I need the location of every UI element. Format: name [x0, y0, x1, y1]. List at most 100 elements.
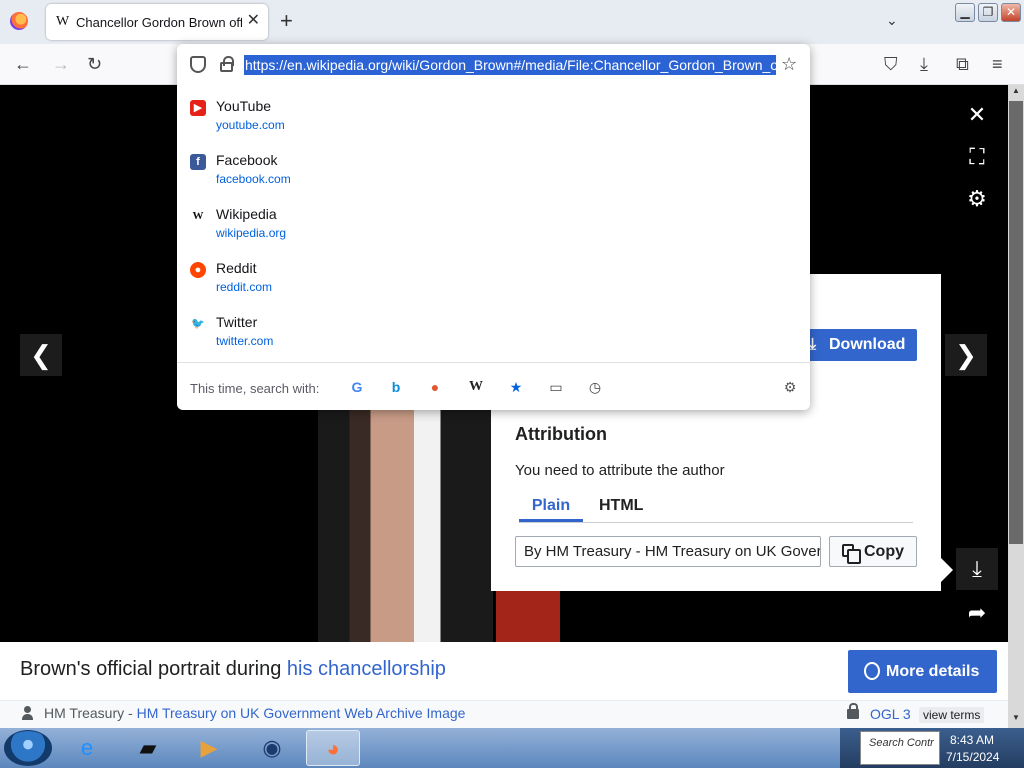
portrait-image — [318, 410, 493, 642]
twitter-icon: 🐦 — [191, 318, 205, 330]
download-button[interactable]: ⤓ Download — [801, 329, 917, 361]
back-icon[interactable]: ← — [14, 54, 32, 74]
search-with-label: This time, search with: — [190, 381, 320, 396]
suggestion-url: wikipedia.org — [216, 226, 287, 240]
view-terms-button[interactable]: view terms — [919, 707, 985, 723]
fullscreen-icon[interactable]: ⛶ — [956, 136, 998, 178]
license-link[interactable]: OGL 3 — [870, 706, 911, 722]
scroll-down-arrow-icon[interactable]: ▼ — [1008, 713, 1024, 727]
download-icon: ⤓ — [809, 336, 817, 353]
clock-date[interactable]: 7/15/2024 — [946, 750, 999, 764]
tracking-protection-shield-icon[interactable] — [190, 56, 206, 73]
download-side-icon[interactable]: ⤓ — [956, 548, 998, 590]
restore-button[interactable]: ❐ — [978, 3, 998, 22]
suggestion-item[interactable]: ● Reddit reddit.com — [177, 254, 810, 308]
downloads-icon[interactable]: ⤓ — [920, 54, 928, 74]
wikipedia-favicon-icon: W — [56, 14, 70, 29]
next-image-icon[interactable]: ❯ — [945, 334, 987, 376]
pocket-icon[interactable]: ⛉ — [884, 54, 898, 74]
internet-explorer-icon[interactable]: e — [60, 730, 114, 766]
suggestion-item[interactable]: W Wikipedia wikipedia.org — [177, 200, 810, 254]
media-player-icon[interactable]: ▶ — [182, 730, 236, 766]
scrollbar-thumb[interactable] — [1009, 101, 1023, 544]
history-icon[interactable]: ◷ — [585, 377, 605, 397]
tab-title: Chancellor Gordon Brown offic — [76, 14, 242, 30]
credit-line: HM Treasury - HM Treasury on UK Governme… — [44, 705, 465, 721]
start-button[interactable] — [4, 730, 52, 766]
duckduckgo-icon[interactable]: ● — [425, 377, 445, 397]
share-icon[interactable]: ➦ — [956, 592, 998, 634]
address-bar-input[interactable]: https://en.wikipedia.org/wiki/Gordon_Bro… — [244, 55, 776, 75]
image-caption: Brown's official portrait during his cha… — [20, 658, 446, 681]
bing-icon[interactable]: b — [386, 377, 406, 397]
suggestion-item[interactable]: 🐦 Twitter twitter.com — [177, 308, 810, 362]
active-tab[interactable]: W Chancellor Gordon Brown offic ✕ — [46, 4, 268, 40]
bookmarks-icon[interactable]: ★ — [506, 377, 526, 397]
tab-divider — [519, 522, 913, 523]
tray-popup: Search Contr — [860, 731, 940, 765]
suggestion-item[interactable]: f Facebook facebook.com — [177, 146, 810, 200]
source-link[interactable]: HM Treasury on UK Government Web Archive… — [137, 705, 466, 721]
facebook-icon: f — [190, 154, 206, 170]
author-icon — [22, 706, 33, 720]
previous-image-icon[interactable]: ❮ — [20, 334, 62, 376]
firefox-icon[interactable]: ◕ — [306, 730, 360, 766]
portrait-image-tie — [496, 590, 560, 642]
download-label: Download — [829, 336, 906, 353]
menu-icon[interactable]: ≡ — [992, 54, 1003, 74]
suggestion-title: YouTube — [216, 98, 272, 114]
wikipedia-icon: W — [190, 208, 206, 224]
credit-separator: - — [124, 705, 137, 721]
media-center-icon[interactable]: ▰ — [121, 730, 175, 766]
attribution-field[interactable]: By HM Treasury - HM Treasury on UK Gover… — [515, 536, 821, 567]
suggestion-title: Reddit — [216, 260, 257, 276]
license-lock-icon — [847, 703, 859, 719]
copy-button[interactable]: Copy — [829, 536, 917, 567]
suggestion-url: twitter.com — [216, 334, 274, 348]
screen: W Chancellor Gordon Brown offic ✕ + ⌄ ▁ … — [0, 0, 1024, 768]
attribution-subtitle: You need to attribute the author — [515, 462, 725, 479]
close-window-button[interactable]: ✕ — [1001, 3, 1021, 22]
bookmark-star-icon[interactable]: ☆ — [781, 54, 797, 75]
tab-close-icon[interactable]: ✕ — [247, 12, 260, 30]
tabs-icon[interactable]: ▭ — [546, 377, 566, 397]
clock-time[interactable]: 8:43 AM — [950, 733, 994, 747]
suggestion-url: reddit.com — [216, 280, 273, 294]
tab-html[interactable]: HTML — [599, 497, 643, 515]
youtube-icon: ▶ — [190, 100, 206, 116]
scroll-up-arrow-icon[interactable]: ▲ — [1008, 86, 1024, 100]
card-pointer — [941, 558, 953, 582]
copy-label: Copy — [864, 543, 904, 560]
list-all-tabs-icon[interactable]: ⌄ — [886, 12, 898, 29]
extensions-icon[interactable]: ⧉ — [956, 54, 969, 74]
tab-plain[interactable]: Plain — [519, 497, 583, 522]
more-details-button[interactable]: More details — [848, 650, 997, 693]
suggestion-title: Wikipedia — [216, 206, 277, 222]
globe-app-icon[interactable]: ◉ — [245, 730, 299, 766]
suggestion-item[interactable]: ▶ YouTube youtube.com — [177, 92, 810, 146]
new-tab-icon[interactable]: + — [280, 10, 293, 32]
suggestion-title: Twitter — [216, 314, 258, 330]
author-name: HM Treasury — [44, 705, 125, 721]
google-icon[interactable]: G — [347, 377, 367, 397]
attribution-heading: Attribution — [515, 424, 607, 444]
firefox-view-icon[interactable] — [10, 12, 28, 30]
more-details-label: More details — [886, 663, 980, 680]
search-settings-icon[interactable]: ⚙ — [780, 377, 800, 397]
suggestion-title: Facebook — [216, 152, 278, 168]
suggestion-url: facebook.com — [216, 172, 291, 186]
forward-icon[interactable]: → — [52, 54, 70, 74]
wikipedia-search-icon[interactable]: W — [466, 377, 486, 397]
reload-icon[interactable]: ↻ — [87, 54, 102, 74]
copy-icon — [842, 544, 861, 564]
suggestion-url: youtube.com — [216, 118, 285, 132]
caption-link[interactable]: his chancellorship — [287, 658, 446, 680]
minimize-button[interactable]: ▁ — [955, 3, 975, 22]
viewer-settings-icon[interactable]: ⚙ — [956, 178, 998, 220]
one-off-search-row: This time, search with: G b ● W ★ ▭ ◷ ⚙ — [177, 362, 810, 410]
close-viewer-icon[interactable]: ✕ — [956, 94, 998, 136]
reddit-icon: ● — [190, 262, 206, 278]
site-security-lock-icon[interactable] — [220, 56, 234, 72]
info-icon — [864, 662, 880, 680]
caption-text: Brown's official portrait during — [20, 658, 287, 680]
